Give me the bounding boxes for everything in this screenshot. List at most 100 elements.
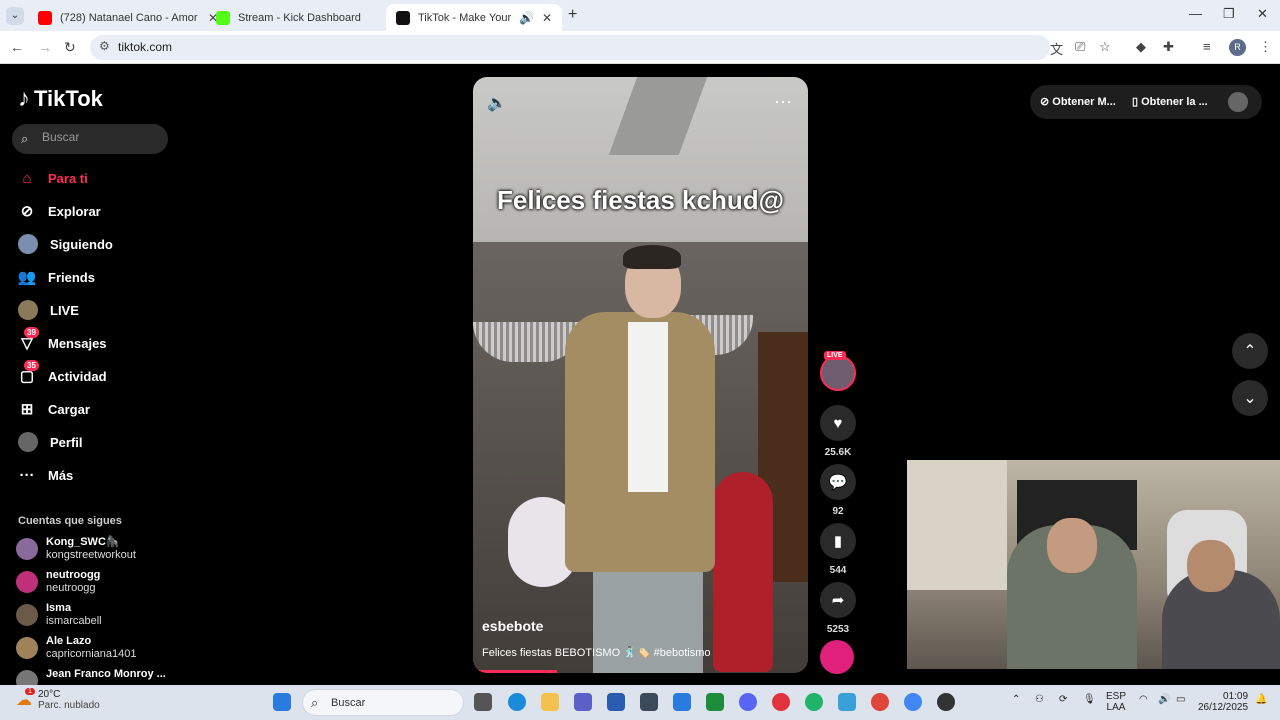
- weather-widget[interactable]: ☁ 1 20°C Parc. nublado: [16, 688, 100, 711]
- forward-icon[interactable]: →: [38, 39, 52, 55]
- teams-icon[interactable]: [574, 693, 592, 711]
- tiktok-logo[interactable]: ♪ TikTok: [18, 85, 103, 113]
- following-account[interactable]: Isma ismarcabell: [16, 602, 102, 628]
- video-scene: [623, 245, 681, 269]
- notification-bell-icon[interactable]: 🔔: [1255, 694, 1267, 705]
- app-icon[interactable]: [640, 693, 658, 711]
- get-coins-button[interactable]: ⊘ Obtener M...: [1040, 95, 1116, 108]
- nav-para-ti[interactable]: ⌂ Para ti: [18, 166, 87, 190]
- omnibox[interactable]: ⚙ tiktok.com: [90, 35, 1050, 60]
- comment-button[interactable]: 💬 92: [820, 464, 856, 517]
- tab-title: TikTok - Make Your Day: [418, 11, 513, 24]
- account-name: Isma: [46, 602, 72, 614]
- share-button[interactable]: ➦ 5253: [820, 582, 856, 635]
- reload-icon[interactable]: ↻: [64, 39, 76, 56]
- keyboard-layout: LAA: [1106, 702, 1126, 713]
- battery-icon[interactable]: ▭: [1176, 694, 1185, 705]
- home-icon: ⌂: [22, 169, 32, 187]
- new-tab-button[interactable]: +: [568, 6, 577, 24]
- search-box[interactable]: ⌕: [12, 124, 168, 154]
- extensions-puzzle-icon[interactable]: ✚: [1163, 39, 1174, 55]
- close-window-icon[interactable]: ✕: [1257, 6, 1268, 22]
- microphone-icon[interactable]: 🎙: [1083, 694, 1096, 705]
- store-icon[interactable]: [607, 693, 625, 711]
- video-player[interactable]: Felices fiestas kchud@ 🔈 ··· esbebote Fe…: [473, 77, 808, 673]
- weather-cloud-icon: ☁ 1: [16, 688, 35, 710]
- nav-mensajes[interactable]: ▽ 39 Mensajes: [18, 327, 107, 355]
- wifi-icon[interactable]: ◠: [1139, 694, 1148, 705]
- windows-start-icon[interactable]: [273, 693, 291, 711]
- minimize-icon[interactable]: —: [1189, 6, 1202, 21]
- nav-label: Cargar: [48, 401, 90, 417]
- nav-mas[interactable]: ··· Más: [18, 463, 74, 487]
- chrome-profile-icon[interactable]: [904, 693, 922, 711]
- edge-icon[interactable]: [508, 693, 526, 711]
- site-settings-icon[interactable]: ⚙: [99, 39, 110, 53]
- tray-overflow-icon[interactable]: ⌃: [1012, 694, 1020, 705]
- clock[interactable]: 01:09 26/12/2025: [1198, 691, 1248, 713]
- next-video-button[interactable]: ⌄: [1232, 380, 1268, 416]
- nav-cargar[interactable]: ⊞ Cargar: [18, 397, 90, 421]
- following-account[interactable]: Ale Lazo capricorniana1401: [16, 635, 137, 661]
- account-username: neutroogg: [46, 582, 96, 594]
- search-input[interactable]: [42, 130, 162, 144]
- tray-icon[interactable]: ⚇: [1035, 694, 1044, 705]
- more-options-icon[interactable]: ···: [774, 91, 792, 112]
- close-tab-icon[interactable]: ✕: [542, 11, 552, 25]
- taskbar-search[interactable]: ⌕ Buscar: [302, 689, 464, 716]
- cast-icon[interactable]: ⎚: [1075, 39, 1085, 55]
- app-icon[interactable]: [673, 693, 691, 711]
- obs-icon[interactable]: [937, 693, 955, 711]
- video-description[interactable]: Felices fiestas BEBOTISMO 🕺🏻🏷️ #bebotism…: [482, 646, 711, 659]
- browser-tab-tiktok[interactable]: TikTok - Make Your Day 🔊 ✕: [386, 4, 562, 31]
- webcam-overlay: [907, 460, 1280, 669]
- nav-friends[interactable]: 👥 Friends: [18, 265, 95, 289]
- avatar: [16, 571, 38, 593]
- language-indicator[interactable]: ESP LAA: [1106, 691, 1126, 713]
- translate-icon[interactable]: 文: [1050, 39, 1063, 58]
- upload-icon: ⊞: [20, 401, 34, 418]
- tab-search-icon[interactable]: ⌄: [6, 7, 24, 25]
- browser-tab-kick[interactable]: Stream - Kick Dashboard ✕: [206, 4, 406, 31]
- video-progress-bar[interactable]: [473, 670, 557, 673]
- webcam-scene: [1187, 540, 1235, 592]
- restore-icon[interactable]: ❐: [1223, 6, 1235, 22]
- bookmark-star-icon[interactable]: ☆: [1099, 39, 1111, 55]
- file-explorer-icon[interactable]: [541, 693, 559, 711]
- video-author[interactable]: esbebote: [482, 618, 543, 634]
- xbox-icon[interactable]: [706, 693, 724, 711]
- browser-tab-youtube[interactable]: (728) Natanael Cano - Amor Tu ✕: [28, 4, 228, 31]
- profile-avatar[interactable]: R: [1229, 39, 1246, 56]
- app-icon[interactable]: [805, 693, 823, 711]
- nav-live[interactable]: LIVE: [18, 298, 79, 322]
- save-button[interactable]: ▮ 544: [820, 523, 856, 576]
- task-view-icon[interactable]: [474, 693, 492, 711]
- app-icon[interactable]: [772, 693, 790, 711]
- nav-label: Mensajes: [48, 335, 107, 351]
- music-disc-icon[interactable]: [820, 640, 854, 674]
- media-controls-icon[interactable]: ≡: [1203, 39, 1211, 54]
- nav-label: Actividad: [48, 368, 107, 384]
- extension-icon[interactable]: ◆: [1136, 39, 1146, 55]
- following-account[interactable]: neutroogg neutroogg: [16, 569, 100, 595]
- get-app-button[interactable]: ▯ Obtener la ...: [1132, 95, 1208, 108]
- chrome-icon[interactable]: [871, 693, 889, 711]
- volume-icon[interactable]: 🔈: [487, 93, 507, 113]
- following-account[interactable]: Kong_SWC🦍 kongstreetworkout: [16, 536, 136, 562]
- nav-explorar[interactable]: ⊘ Explorar: [18, 199, 101, 223]
- creator-avatar[interactable]: [820, 355, 856, 391]
- tray-icon[interactable]: ⟳: [1059, 694, 1067, 705]
- account-name: neutroogg: [46, 569, 101, 581]
- tab-audio-icon[interactable]: 🔊: [519, 11, 534, 25]
- nav-siguiendo[interactable]: Siguiendo: [18, 232, 113, 256]
- like-button[interactable]: ♥ 25.6K: [820, 405, 856, 458]
- notepad-icon[interactable]: [838, 693, 856, 711]
- back-icon[interactable]: ←: [10, 39, 24, 55]
- volume-icon[interactable]: 🔊: [1158, 694, 1170, 705]
- menu-kebab-icon[interactable]: ⋮: [1259, 39, 1272, 55]
- user-avatar[interactable]: [1228, 92, 1248, 112]
- previous-video-button[interactable]: ⌃: [1232, 333, 1268, 369]
- nav-actividad[interactable]: ▢ 35 Actividad: [18, 360, 107, 388]
- discord-icon[interactable]: [739, 693, 757, 711]
- nav-perfil[interactable]: Perfil: [18, 430, 83, 454]
